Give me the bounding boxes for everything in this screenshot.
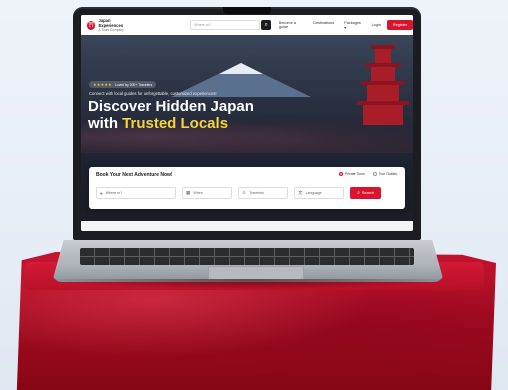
laptop-lid: ⛩ Japan Experiences & Tours Company Wher… [73, 7, 421, 240]
laptop-keyboard [80, 248, 414, 265]
brand-subtitle: & Tours Company [98, 27, 124, 32]
language-field[interactable]: 文 Language [294, 187, 344, 199]
headline-with: with [88, 115, 123, 132]
nav-search-input[interactable]: Where to? [190, 20, 261, 30]
nav-links: Become a guide Destinations Packages ▾ [279, 21, 372, 30]
where-field[interactable]: ⌖ Where to? [96, 187, 176, 199]
top-navigation: ⛩ Japan Experiences & Tours Company Wher… [81, 15, 413, 35]
nav-link-destinations[interactable]: Destinations [313, 21, 334, 30]
brand-logo[interactable]: ⛩ Japan Experiences & Tours Company [87, 18, 134, 33]
travelers-field[interactable]: ♙ Travelers [238, 187, 288, 199]
search-button[interactable]: ⌕ Search [350, 187, 381, 199]
hero-headline: Discover Hidden Japan with Trusted Local… [88, 98, 254, 132]
radio-selected-icon [338, 172, 343, 176]
translate-icon: 文 [298, 190, 303, 195]
rating-badge: ★★★★★ Loved by 200+ Travelers [89, 81, 157, 88]
booking-title: Book Your Next Adventure Now! [96, 172, 173, 178]
search-icon: ⌕ [264, 21, 268, 28]
laptop-shadow [40, 279, 460, 289]
brand-name: Japan Experiences [98, 17, 124, 28]
tour-type-options: Private Tours Tour Guides [331, 172, 397, 176]
booking-card: Book Your Next Adventure Now! Private To… [89, 167, 405, 209]
register-button[interactable]: Register [386, 20, 413, 30]
pagoda-illustration [357, 41, 409, 153]
mount-fuji-snowcap [219, 63, 263, 74]
nav-search-button[interactable]: ⌕ [261, 20, 271, 30]
rating-text: Loved by 200+ Travelers [114, 82, 153, 87]
headline-accent: Trusted Locals [122, 115, 229, 132]
calendar-icon: ▦ [186, 190, 191, 195]
radio-unselected-icon [372, 172, 377, 176]
headline-line-1: Discover Hidden Japan [88, 98, 254, 115]
booking-fields: ⌖ Where to? ▦ When ♙ Travelers 文 Languag… [96, 187, 381, 199]
hero-tagline: Connect with local guides for unforgetta… [89, 91, 217, 96]
camera-notch [223, 7, 271, 14]
section-below-fold [81, 221, 413, 231]
torii-icon: ⛩ [87, 20, 96, 30]
laptop-screen: ⛩ Japan Experiences & Tours Company Wher… [81, 15, 413, 231]
stars-icon: ★★★★★ [93, 82, 112, 87]
nav-link-become-guide[interactable]: Become a guide [279, 21, 303, 30]
option-tour-guides[interactable]: Tour Guides [372, 172, 397, 176]
hero-section: ★★★★★ Loved by 200+ Travelers Connect wi… [81, 35, 413, 231]
option-private-tours[interactable]: Private Tours [338, 172, 365, 176]
when-field[interactable]: ▦ When [182, 187, 232, 199]
magnifier-icon: ⌕ [357, 190, 360, 196]
person-icon: ♙ [242, 190, 247, 195]
nav-link-packages[interactable]: Packages ▾ [344, 21, 361, 30]
laptop-trackpad [208, 266, 304, 280]
login-link[interactable]: Login [372, 23, 381, 27]
pin-icon: ⌖ [100, 190, 103, 196]
